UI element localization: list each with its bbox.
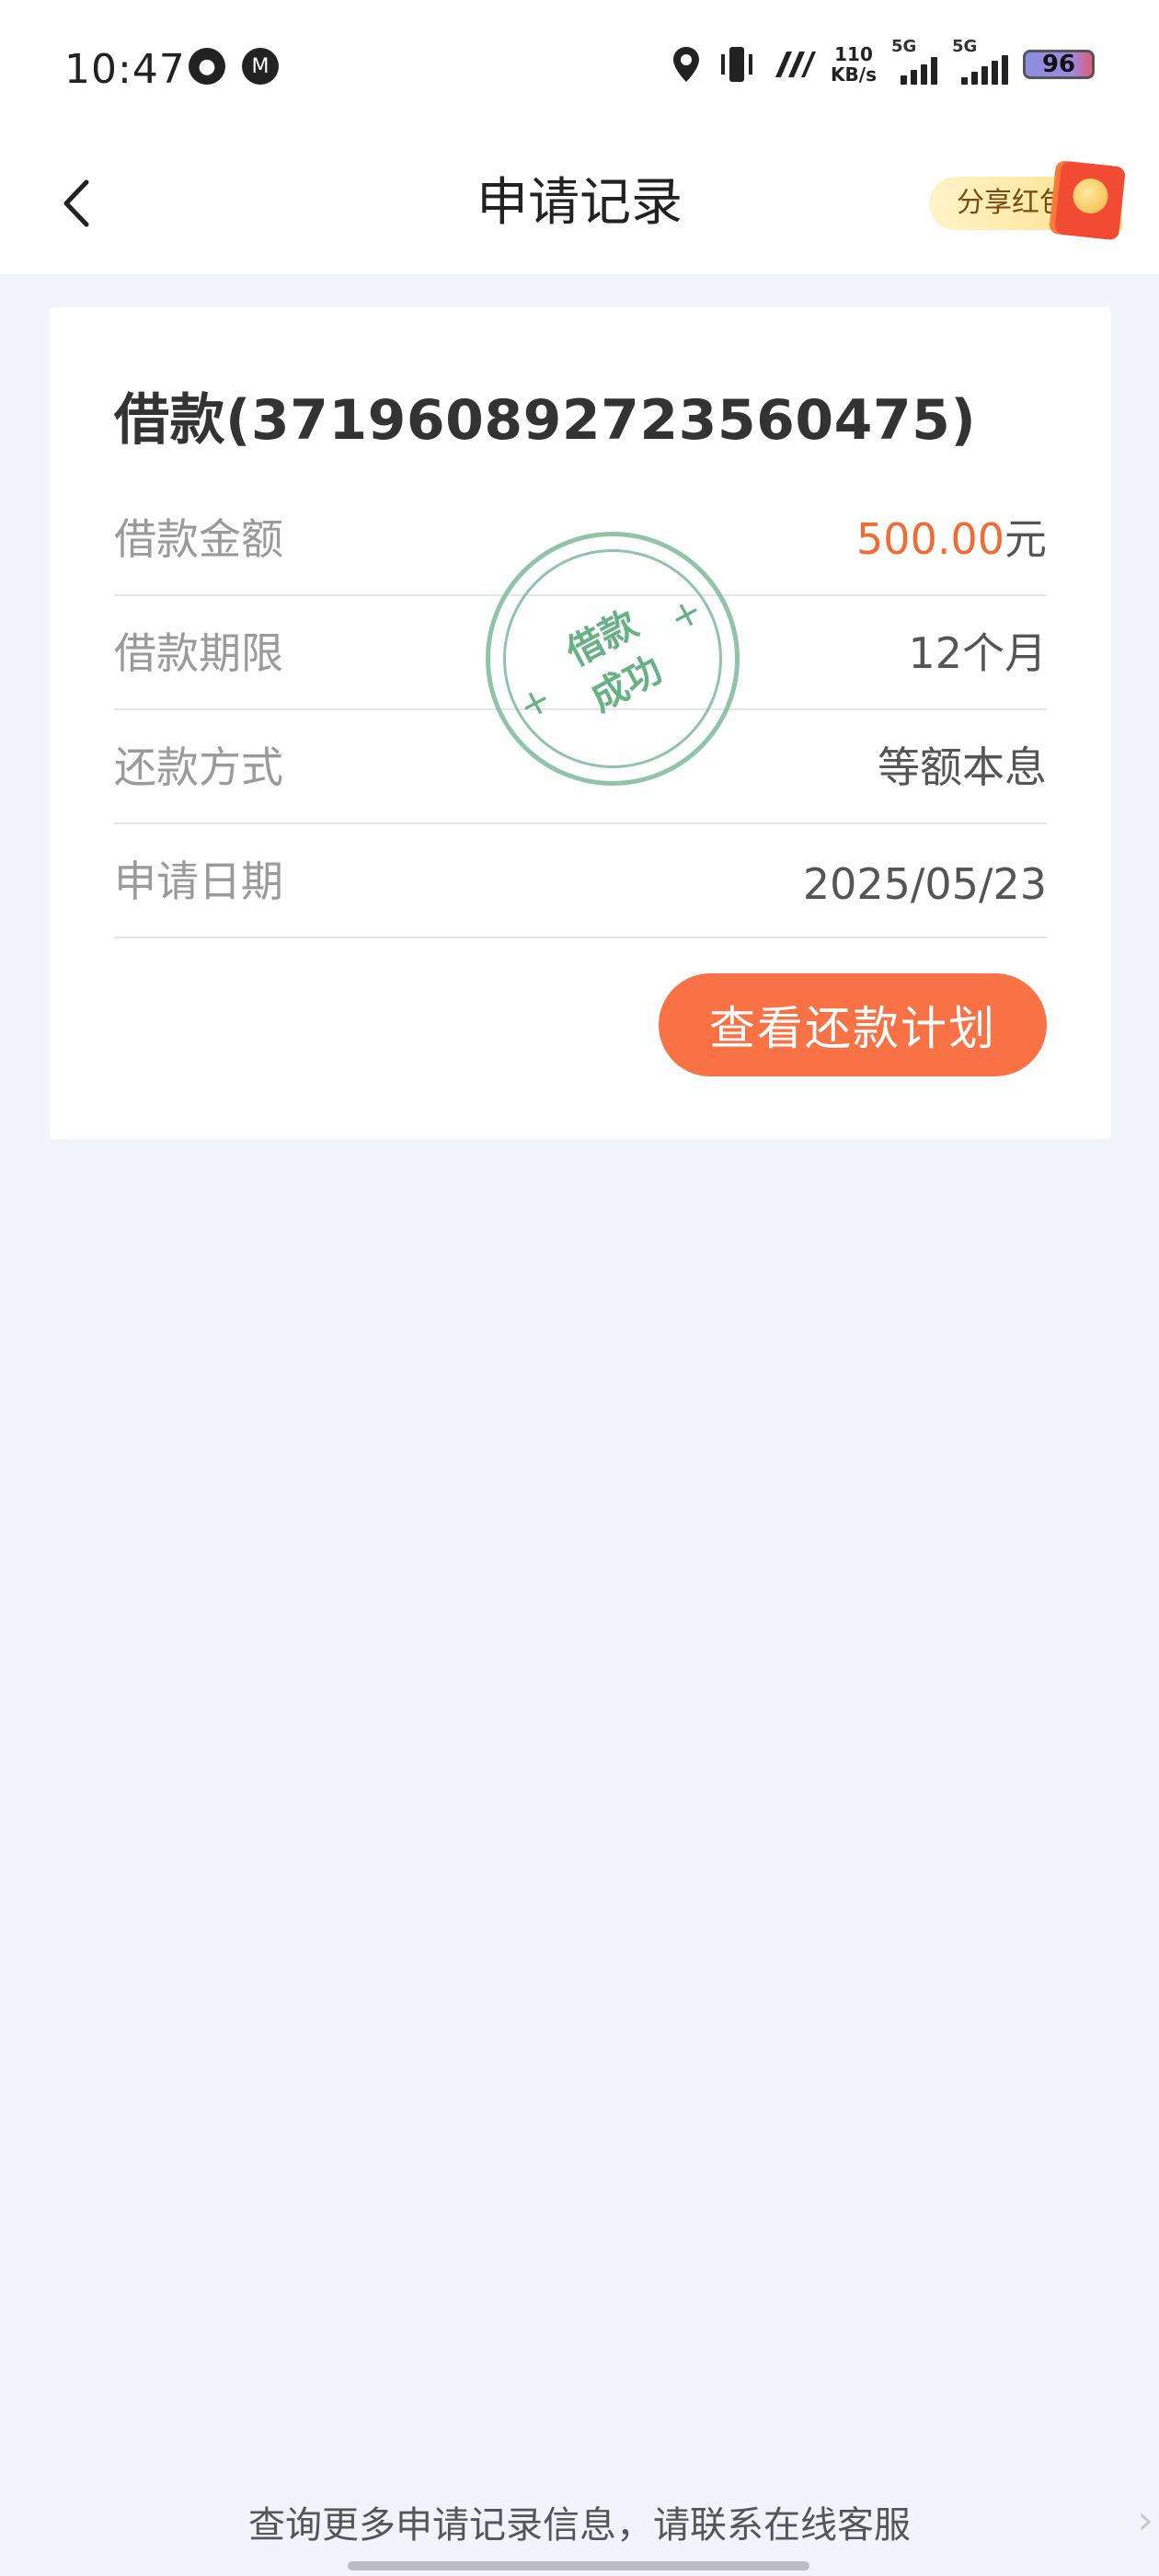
- row-application-date: 申请日期 2025/05/23: [114, 824, 1047, 938]
- location-icon: [671, 45, 702, 84]
- vibrate-icon: [717, 45, 757, 84]
- repayment-method-value: 等额本息: [878, 742, 1047, 792]
- nfc-icon: [772, 45, 817, 84]
- network-speed: 110 KB/s: [831, 43, 877, 86]
- contact-support-link[interactable]: 查询更多申请记录信息，请联系在线客服: [0, 2495, 1159, 2548]
- signal-5g-2-icon: 5G: [952, 37, 1008, 85]
- application-date-value: 2025/05/23: [802, 859, 1047, 909]
- status-bar: 10:47 ● M 110 KB/s 5G 5G 96: [0, 0, 1159, 138]
- nav-bar: 申请记录 分享红包: [0, 138, 1159, 274]
- view-repayment-plan-button[interactable]: 查看还款计划: [659, 973, 1047, 1076]
- qq-icon: ●: [189, 48, 225, 85]
- share-redpacket-button[interactable]: 分享红包: [929, 160, 1126, 241]
- bank-app-icon: M: [242, 48, 279, 85]
- row-label: 还款方式: [114, 742, 283, 792]
- signal-5g-1-icon: 5G: [891, 37, 937, 85]
- loan-success-stamp: 借款 成功 + +: [486, 532, 740, 786]
- row-label: 借款金额: [114, 514, 283, 564]
- row-label: 借款期限: [114, 628, 283, 678]
- status-time: 10:47: [64, 46, 186, 93]
- chevron-right-icon: ›: [1137, 2497, 1153, 2544]
- battery-icon: 96: [1023, 50, 1095, 79]
- loan-record-card: 借款(371960892723560475) 借款金额 500.00元 借款期限…: [50, 307, 1111, 1139]
- loan-title: 借款(371960892723560475): [114, 388, 977, 453]
- home-indicator[interactable]: [348, 2561, 809, 2570]
- row-label: 申请日期: [114, 857, 283, 906]
- loan-amount-value: 500.00元: [856, 514, 1047, 564]
- red-packet-icon: [1054, 160, 1126, 241]
- loan-term-value: 12个月: [908, 628, 1047, 678]
